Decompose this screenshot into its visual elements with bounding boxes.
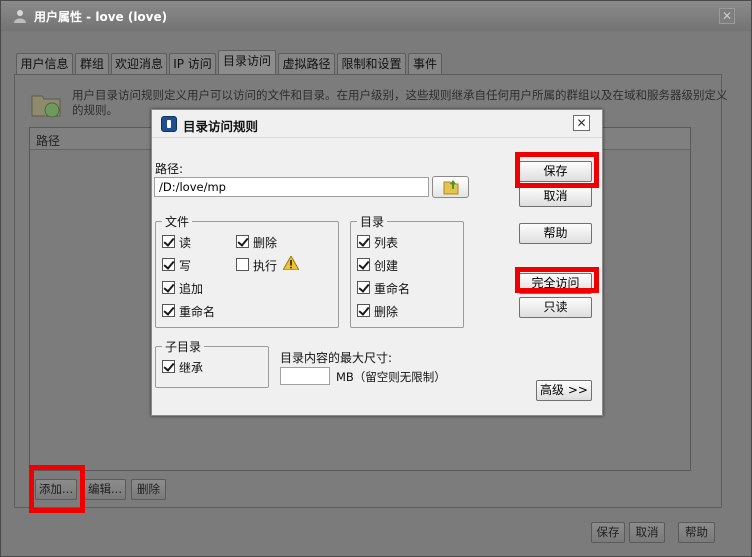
dialog-cancel-button[interactable]: 取消	[519, 186, 592, 207]
tab-events[interactable]: 事件	[408, 53, 442, 75]
tab-directory-access[interactable]: 目录访问	[218, 50, 276, 75]
window-close-icon[interactable]: ✕	[719, 8, 735, 24]
max-size-input[interactable]	[280, 367, 330, 385]
dialog-titlebar: 目录访问规则 ✕	[152, 110, 602, 138]
highlight-add	[29, 465, 85, 513]
window-cancel-button[interactable]: 取消	[629, 522, 665, 543]
file-append-label: 追加	[179, 282, 204, 296]
dir-rename-label: 重命名	[374, 282, 411, 296]
max-size-unit: MB（留空则无限制）	[336, 370, 446, 384]
directories-group-title: 目录	[357, 213, 388, 230]
warning-icon	[283, 256, 299, 270]
window-help-button[interactable]: 帮助	[678, 522, 715, 543]
path-input[interactable]	[154, 177, 429, 197]
tab-limits-settings[interactable]: 限制和设置	[337, 53, 406, 75]
read-only-button[interactable]: 只读	[519, 297, 592, 318]
file-delete-label: 删除	[253, 236, 278, 250]
folder-up-icon	[443, 180, 459, 195]
edit-rule-button[interactable]: 编辑...	[84, 479, 126, 500]
tab-virtual-paths[interactable]: 虚拟路径	[278, 53, 335, 75]
tab-user-info[interactable]: 用户信息	[16, 53, 73, 75]
file-rename-label: 重命名	[179, 305, 216, 319]
advanced-button[interactable]: 高级 >>	[536, 380, 592, 401]
subdirectory-group-title: 子目录	[162, 338, 205, 355]
highlight-save	[515, 152, 599, 188]
files-group-title: 文件	[162, 213, 193, 230]
file-write-label: 写	[179, 259, 192, 273]
dir-list-label: 列表	[374, 236, 399, 250]
app-icon	[161, 116, 177, 132]
path-label: 路径:	[155, 162, 184, 176]
inherit-label: 继承	[179, 361, 204, 375]
window-title: 用户属性 - love (love)	[34, 10, 168, 24]
browse-folder-button[interactable]	[432, 176, 469, 198]
dir-create-label: 创建	[374, 259, 399, 273]
dialog-help-button[interactable]: 帮助	[519, 223, 592, 244]
delete-rule-button[interactable]: 删除	[131, 479, 166, 500]
max-size-label: 目录内容的最大尺寸:	[280, 351, 393, 365]
dialog-close-icon[interactable]: ✕	[573, 115, 590, 131]
user-icon	[14, 10, 26, 23]
dir-delete-label: 删除	[374, 305, 399, 319]
tab-ip-access[interactable]: IP 访问	[169, 53, 216, 75]
dialog-title: 目录访问规则	[183, 119, 259, 134]
window-titlebar: 用户属性 - love (love) ✕	[1, 1, 751, 31]
tab-welcome-message[interactable]: 欢迎消息	[111, 53, 167, 75]
file-read-label: 读	[179, 236, 192, 250]
window-save-button[interactable]: 保存	[591, 522, 625, 543]
highlight-full-access	[515, 267, 599, 293]
folder-icon	[31, 95, 61, 118]
tab-groups[interactable]: 群组	[75, 53, 109, 75]
path-column-header[interactable]: 路径	[36, 132, 60, 149]
file-execute-label: 执行	[253, 259, 278, 273]
